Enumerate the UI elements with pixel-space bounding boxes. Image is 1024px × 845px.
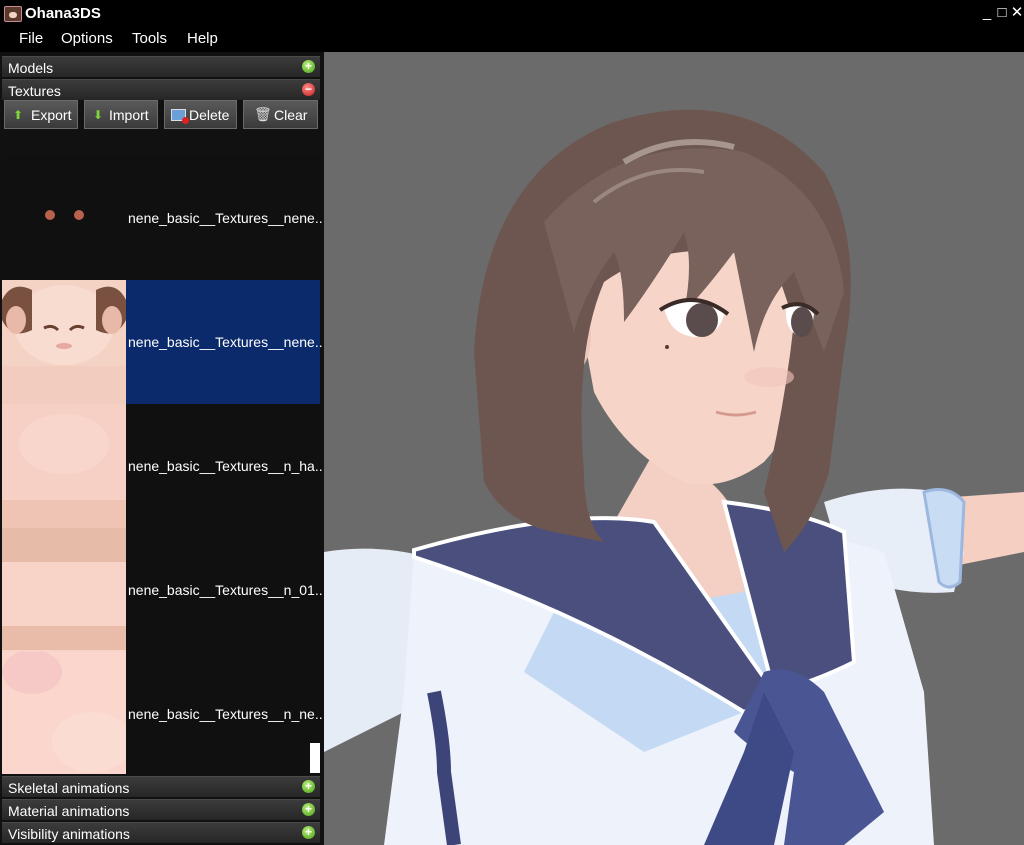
texture-thumbnail <box>2 528 126 652</box>
plus-circle-icon[interactable]: + <box>302 826 315 839</box>
section-material-label: Material animations <box>8 803 130 819</box>
texture-name: nene_basic__Textures__nene... <box>128 210 322 226</box>
section-textures[interactable]: Textures − <box>2 79 320 100</box>
model-render <box>324 109 1024 845</box>
texture-list[interactable]: nene_basic__Textures__nene... nene_basic… <box>2 156 322 774</box>
delete-button[interactable]: Delete <box>164 100 237 129</box>
texture-name: nene_basic__Textures__n_ha... <box>128 458 322 474</box>
texture-thumbnail <box>2 404 126 528</box>
minus-circle-icon[interactable]: − <box>302 83 315 96</box>
trash-icon: 🗑 <box>254 106 272 122</box>
arrow-up-icon: ⬆ <box>13 108 24 122</box>
list-item[interactable]: nene_basic__Textures__n_ne... <box>2 652 322 774</box>
section-models-label: Models <box>8 60 54 76</box>
model-viewport[interactable] <box>324 52 1024 845</box>
menu-options[interactable]: Options <box>61 30 113 47</box>
section-skeletal-animations[interactable]: Skeletal animations + <box>2 776 320 797</box>
sidebar: Models + Textures − ⬆ Export ⬇ Import De… <box>0 52 324 845</box>
menu-help[interactable]: Help <box>187 30 218 47</box>
section-models[interactable]: Models + <box>2 56 320 77</box>
menu-file[interactable]: File <box>19 30 43 47</box>
plus-circle-icon[interactable]: + <box>302 60 315 73</box>
section-skeletal-label: Skeletal animations <box>8 780 130 796</box>
title-bar: Ohana3DS _ □ ✕ <box>0 0 1024 26</box>
menu-bar: File Options Tools Help <box>0 26 1024 52</box>
plus-circle-icon[interactable]: + <box>302 803 315 816</box>
section-visibility-animations[interactable]: Visibility animations + <box>2 822 320 843</box>
texture-thumbnail <box>2 156 126 280</box>
maximize-button[interactable]: □ <box>995 4 1009 22</box>
import-button[interactable]: ⬇ Import <box>84 100 158 129</box>
export-button[interactable]: ⬆ Export <box>4 100 78 129</box>
texture-thumbnail <box>2 652 126 774</box>
texture-thumbnail <box>2 280 126 404</box>
clear-button[interactable]: 🗑 Clear <box>243 100 318 129</box>
menu-tools[interactable]: Tools <box>132 30 167 47</box>
close-button[interactable]: ✕ <box>1010 4 1024 22</box>
section-material-animations[interactable]: Material animations + <box>2 799 320 820</box>
delete-image-icon <box>171 109 189 124</box>
texture-name: nene_basic__Textures__n_01... <box>128 582 322 598</box>
texture-list-scrollbar[interactable] <box>310 743 320 773</box>
section-visibility-label: Visibility animations <box>8 826 130 842</box>
texture-name: nene_basic__Textures__nene... <box>128 334 322 350</box>
minimize-button[interactable]: _ <box>980 4 994 22</box>
plus-circle-icon[interactable]: + <box>302 780 315 793</box>
section-textures-label: Textures <box>8 83 61 99</box>
delete-label: Delete <box>189 107 230 123</box>
texture-name: nene_basic__Textures__n_ne... <box>128 706 322 722</box>
arrow-down-icon: ⬇ <box>93 108 104 122</box>
list-item[interactable]: nene_basic__Textures__n_ha... <box>2 404 322 528</box>
list-item[interactable]: nene_basic__Textures__nene... <box>2 156 322 280</box>
list-item[interactable]: nene_basic__Textures__n_01... <box>2 528 322 652</box>
import-label: Import <box>109 107 149 123</box>
list-item-selected[interactable]: nene_basic__Textures__nene... <box>2 280 322 404</box>
clear-label: Clear <box>274 107 308 123</box>
export-label: Export <box>31 107 72 123</box>
window-title: Ohana3DS <box>25 5 101 22</box>
app-icon <box>4 6 22 22</box>
